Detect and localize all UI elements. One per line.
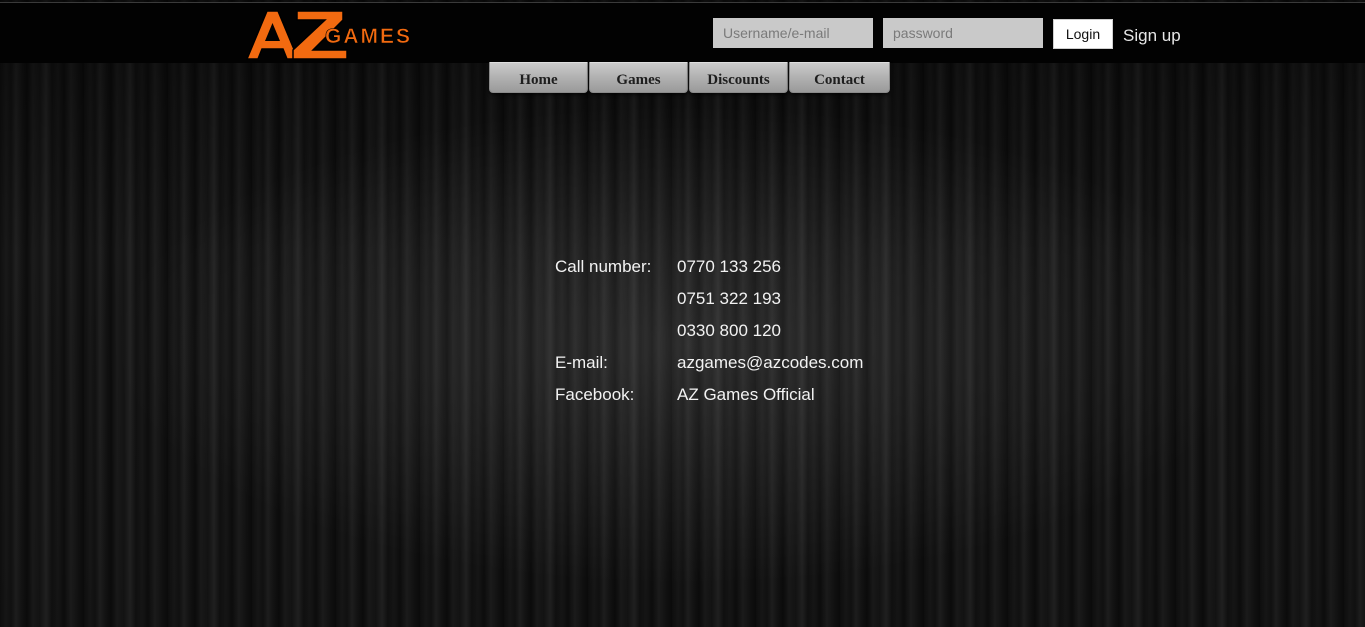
contact-label-email: E-mail: [555,353,608,372]
contact-row-email: E-mail: azgames@azcodes.com [555,347,863,379]
contact-label-empty [555,315,677,347]
contact-value-facebook[interactable]: AZ Games Official [677,379,815,411]
contact-info: Call number: 0770 133 256 0751 322 193 0… [555,251,863,411]
contact-label-phone: Call number: [555,257,652,276]
contact-row-facebook: Facebook: AZ Games Official [555,379,863,411]
logo-games-text: GAMES [325,25,410,48]
nav-games[interactable]: Games [589,62,688,93]
username-input[interactable] [713,18,873,48]
az-games-logo[interactable]: GAMES [245,7,410,61]
password-input[interactable] [883,18,1043,48]
contact-value-phone-3: 0330 800 120 [677,321,781,340]
contact-value-phone-1: 0770 133 256 [677,257,781,276]
contact-value-email[interactable]: azgames@azcodes.com [677,347,863,379]
main-nav: Home Games Discounts Contact [489,62,890,94]
top-bar: GAMES Login Sign up [0,2,1365,63]
signup-link[interactable]: Sign up [1123,26,1181,46]
contact-row-phone-2: 0751 322 193 [555,283,863,315]
contact-row-phone-3: 0330 800 120 [555,315,863,347]
contact-label-empty [555,283,677,315]
login-button[interactable]: Login [1053,19,1113,49]
contact-row-phone-1: Call number: 0770 133 256 [555,251,863,283]
nav-home[interactable]: Home [489,62,588,93]
nav-contact[interactable]: Contact [789,62,890,93]
contact-value-phone-2: 0751 322 193 [677,289,781,308]
contact-label-facebook: Facebook: [555,385,635,404]
nav-discounts[interactable]: Discounts [689,62,788,93]
